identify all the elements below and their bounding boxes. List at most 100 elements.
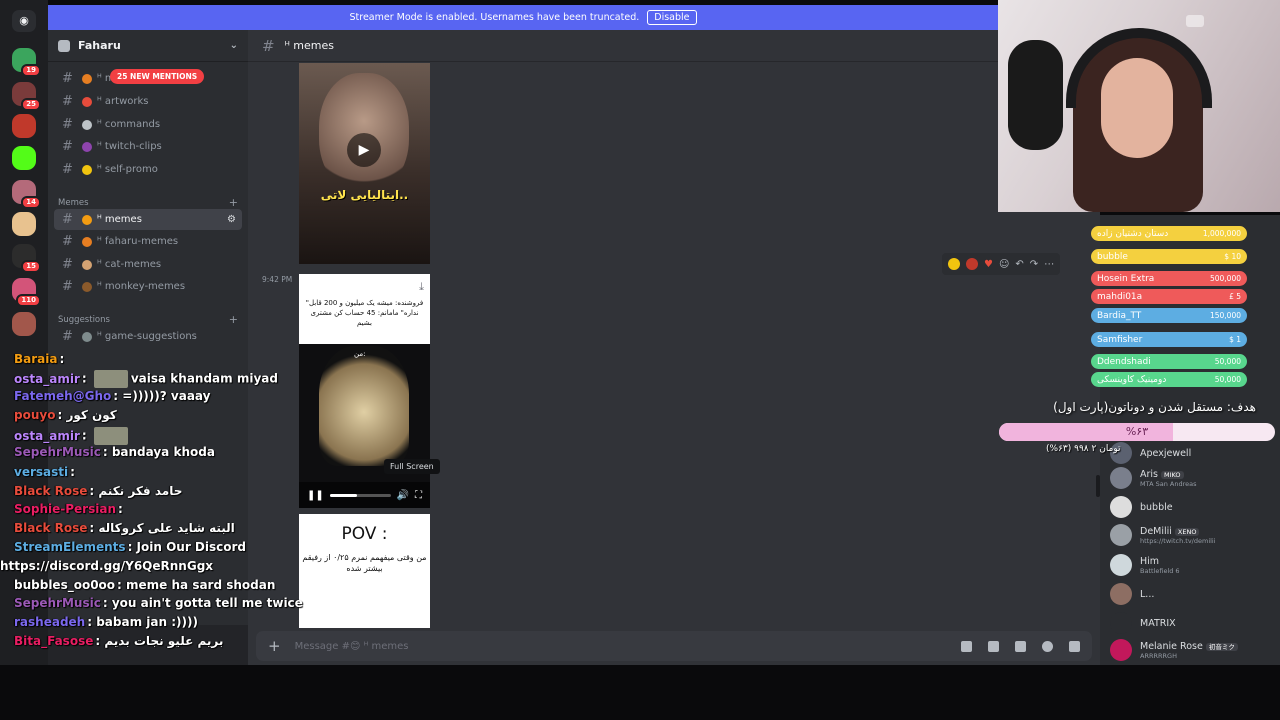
camera-decoration [1186,15,1204,27]
server-icon[interactable] [12,146,36,170]
plus-icon[interactable]: + [229,196,238,209]
chat-message: Bita_Fasose: بریم علیو نجات بدیم [14,634,223,648]
member-name: L... [1140,588,1155,600]
channel-item-memes[interactable]: # ᴴ memes ⚙ [54,209,242,230]
pause-icon[interactable]: ❚❚ [307,490,324,501]
play-icon[interactable]: ▶ [347,133,381,167]
channel-emoji-icon [82,141,92,152]
chat-message: Black Rose: البته شاید علی کروکاله [14,521,235,535]
plus-icon[interactable]: + [229,313,238,326]
category-label: Suggestions [58,314,110,325]
video-attachment[interactable]: ▶ ایتالیایی لاتی.. [299,63,430,264]
message-input[interactable] [294,640,945,652]
discord-home-icon[interactable]: ◉ [12,10,36,32]
server-header[interactable]: Faharu ⌄ [48,30,248,62]
forward-icon[interactable]: ↷ [1030,259,1038,270]
member-item[interactable]: L... [1110,583,1280,605]
hash-icon: # [62,162,73,177]
hash-icon: # [62,329,73,344]
channel-title: ᴴ memes [284,39,334,52]
channel-item[interactable]: # ᴴ monkey-memes [54,276,242,297]
add-attachment-icon[interactable]: + [268,637,281,655]
progress-bar[interactable] [329,493,391,497]
donation-row: bubble $ 10 [1091,249,1247,264]
disable-button[interactable]: Disable [647,10,697,25]
chat-separator: : [81,371,91,386]
image-text: من وقتی میفهمم نمرم ۰/۲۵ از رفیقم بیشتر … [302,553,427,573]
video-caption: ایتالیایی لاتی.. [320,188,409,202]
chat-message: Baraia: [14,352,64,366]
channel-item[interactable]: # ᴴ faharu-memes [54,231,242,252]
member-item[interactable]: Apexjewell [1110,442,1280,464]
apps-icon[interactable] [1069,640,1080,652]
category-memes[interactable]: Memes + [58,196,238,209]
member-item[interactable]: DeMilii XENO https://twitch.tv/demilii [1110,524,1280,546]
video-label: من: [354,350,366,358]
message-composer: + [256,631,1092,661]
gif-icon[interactable] [988,640,999,652]
server-icon[interactable]: 14 [12,180,41,209]
chat-username: rasheadeh [14,615,86,629]
member-item[interactable]: Melanie Rose 初音ミク ARRRRRGH [1110,639,1280,661]
chat-username: bubbles_oo0oo [14,578,116,592]
avatar [1110,583,1132,605]
channel-emoji-icon [82,164,92,175]
member-item[interactable]: Aris MIKO MTA San Andreas [1110,467,1280,489]
chat-username: osta_amir [14,371,80,386]
server-icon[interactable] [12,212,36,236]
member-item[interactable]: bubble [1110,496,1280,518]
member-item[interactable]: Him Battlefield 6 [1110,554,1280,576]
image-attachment[interactable]: POV : من وقتی میفهمم نمرم ۰/۲۵ از رفیقم … [299,514,430,628]
channel-emoji-icon [82,96,92,107]
heart-icon[interactable]: ♥ [984,259,993,270]
server-icon[interactable]: 19 [12,48,41,77]
chat-message: Black Rose: حامد فکر نکنم [14,484,182,498]
microphone [1008,40,1063,150]
channel-label: ᴴ game-suggestions [97,331,197,342]
channel-item[interactable]: # ᴴ cat-memes [54,254,242,275]
chat-message: https://discord.gg/Y6QeRnnGgx [0,559,213,573]
chat-text: حامد فکر نکنم [98,484,183,498]
channel-item[interactable]: # ᴴ twitch-clips [54,136,242,157]
chevron-down-icon[interactable]: ⌄ [230,40,238,51]
channel-item[interactable]: # ᴴ self-promo [54,159,242,180]
volume-icon[interactable]: 🔊 [397,490,409,501]
video-thumbnail [319,346,409,466]
chat-text: vaisa khandam miyad [130,371,278,386]
emoji-icon[interactable] [1042,640,1053,652]
server-icon[interactable]: 110 [12,278,41,307]
member-item[interactable]: MATRIX [1110,612,1280,634]
add-reaction-icon[interactable]: ☺ [999,259,1009,270]
chat-text: bandaya khoda [111,445,215,459]
settings-icon[interactable]: ⚙ [227,214,236,225]
server-icon[interactable] [12,312,36,336]
sticker-icon[interactable] [1015,640,1026,652]
server-icon[interactable]: 15 [12,244,41,273]
fullscreen-icon[interactable]: ⛶ [415,490,422,501]
goal-subtitle: (%۶۳) تومان ۲ ۹۹۸ [1046,444,1121,454]
channel-emoji-icon [82,214,92,225]
avatar [1110,554,1132,576]
donation-amount: $ 1 [1229,335,1241,344]
server-icon[interactable] [12,114,36,138]
more-icon[interactable]: ⋯ [1044,259,1054,270]
channel-item[interactable]: # ᴴ game-suggestions [54,326,242,347]
avatar [1110,524,1132,546]
gift-icon[interactable] [961,640,972,652]
download-icon[interactable]: ⤓ [419,280,424,294]
chat-text: Join Our Discord [136,540,247,554]
new-mentions-pill[interactable]: 25 NEW MENTIONS [110,69,205,84]
chat-separator: : [127,540,137,554]
reply-icon[interactable]: ↶ [1015,259,1023,270]
channel-label: ᴴ artworks [97,96,149,107]
reaction-laugh-icon[interactable] [948,258,960,270]
channel-header: # ᴴ memes [248,30,1100,62]
category-suggestions[interactable]: Suggestions + [58,313,238,326]
chat-message: osta_amir: [14,427,131,445]
channel-item[interactable]: # ᴴ commands [54,114,242,135]
avatar [1110,612,1132,634]
server-icon[interactable]: 25 [12,82,41,111]
reaction-icon[interactable] [966,258,978,270]
channel-item[interactable]: # ᴴ artworks [54,91,242,112]
chat-separator: : [87,615,97,629]
